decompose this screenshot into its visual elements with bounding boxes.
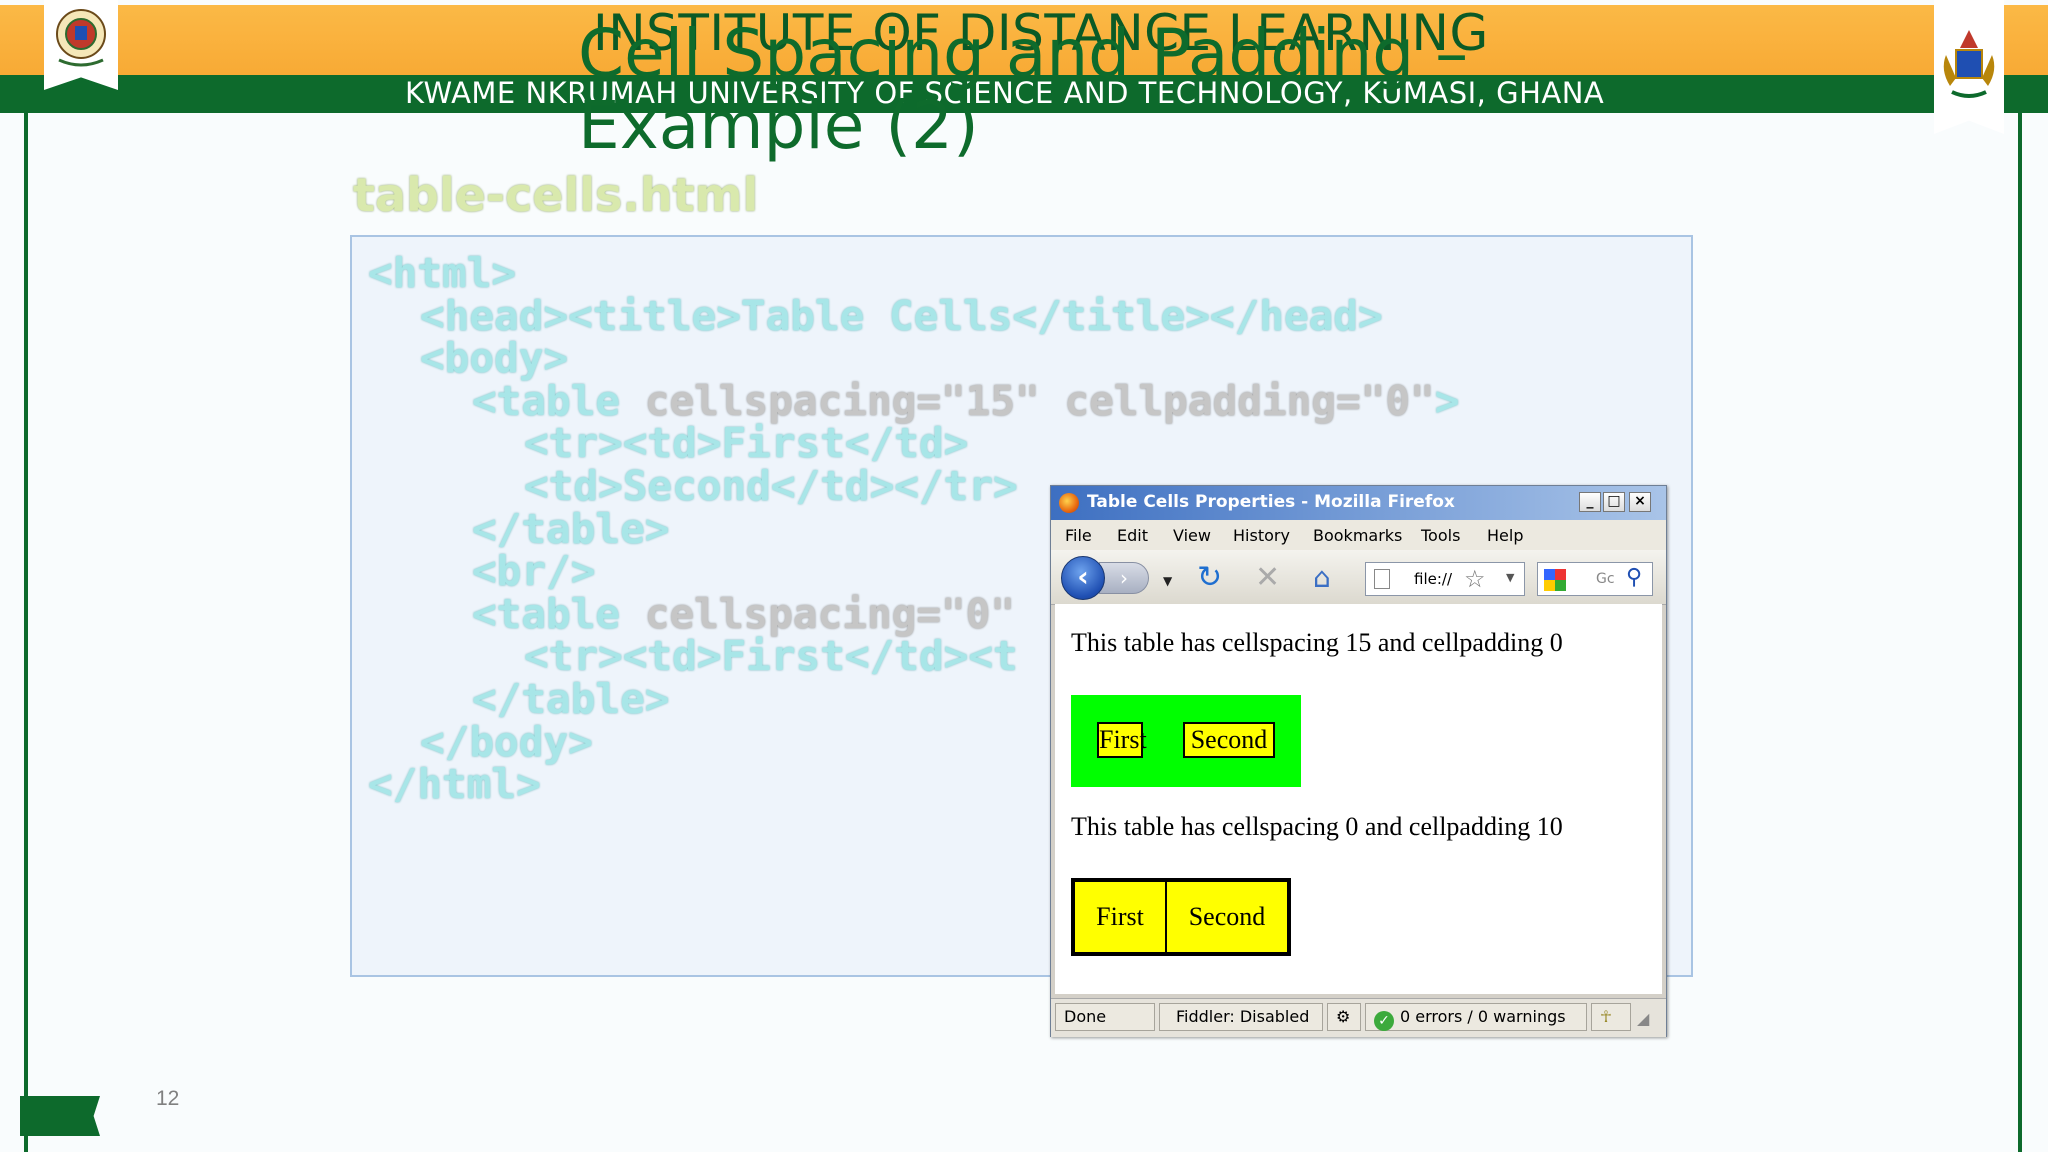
code-line: <tr><td>First</td> xyxy=(524,419,968,467)
google-engine-icon[interactable] xyxy=(1544,569,1566,591)
status-addon-icon[interactable]: ⚙ xyxy=(1327,1003,1361,1031)
code-line: </table> xyxy=(472,675,669,723)
code-attr-text: cellspacing="15" cellpadding="0" xyxy=(620,376,1435,425)
stop-icon[interactable]: ✕ xyxy=(1255,562,1280,594)
knust-crest-logo xyxy=(44,0,118,90)
code-line: <html> xyxy=(368,249,516,297)
menu-file[interactable]: File xyxy=(1065,526,1092,545)
forward-button[interactable]: › xyxy=(1099,562,1149,594)
url-text: file:// xyxy=(1414,570,1453,588)
status-fiddler[interactable]: Fiddler: Disabled xyxy=(1159,1003,1323,1031)
frame-right-line xyxy=(2018,113,2022,1152)
back-button[interactable]: ‹ xyxy=(1061,556,1105,600)
code-line: <head><title>Table Cells</title></head> xyxy=(420,292,1383,340)
menu-view[interactable]: View xyxy=(1173,526,1211,545)
table1-cell-first: First xyxy=(1097,722,1147,758)
ghana-coat-of-arms-logo xyxy=(1934,0,2004,134)
code-tag-text: </html> xyxy=(368,760,541,809)
table1-cell-second: Second xyxy=(1183,722,1275,758)
code-tag-text: </body> xyxy=(420,717,593,766)
status-bar: Done Fiddler: Disabled ⚙ ✓ 0 errors / 0 w… xyxy=(1051,998,1666,1037)
caption-table-2: This table has cellspacing 0 and cellpad… xyxy=(1071,812,1563,841)
search-magnifier-icon[interactable]: ⚲ xyxy=(1626,565,1642,590)
code-tag-close-text: > xyxy=(1434,376,1460,425)
code-tag-text: <table xyxy=(472,589,621,638)
code-tag-text: <head><title>Table Cells</title></head> xyxy=(420,291,1383,340)
table-padding-10: First Second xyxy=(1071,878,1291,956)
code-filename: table-cells.html xyxy=(353,168,759,222)
code-line: <table cellspacing="15" cellpadding="0"> xyxy=(472,377,1459,425)
code-tag-text: <html> xyxy=(368,249,517,297)
code-line: <table cellspacing="0" xyxy=(472,590,1015,638)
slide-title-line-2: Example (2) xyxy=(578,87,979,164)
frame-left-line xyxy=(24,113,28,1152)
slide-title-line-1: Cell Spacing and Padding – xyxy=(578,15,1469,92)
url-bar[interactable]: file:// ☆ ▼ xyxy=(1365,562,1525,596)
code-tag-text: <tr><td>First</td><t xyxy=(524,632,1018,681)
code-line: </body> xyxy=(420,718,593,766)
firefox-window: Table Cells Properties - Mozilla Firefox… xyxy=(1050,485,1667,1037)
code-attr-text: cellspacing="0" xyxy=(620,589,1016,638)
caption-table-1: This table has cellspacing 15 and cellpa… xyxy=(1071,628,1563,657)
validator-text: 0 errors / 0 warnings xyxy=(1400,1007,1566,1026)
code-line: </table> xyxy=(472,505,669,553)
code-tag-text: </table> xyxy=(472,675,670,723)
menu-bar: File Edit View History Bookmarks Tools H… xyxy=(1051,520,1666,550)
code-line: <tr><td>First</td><t xyxy=(524,632,1018,680)
reload-icon[interactable]: ↻ xyxy=(1197,562,1222,594)
status-validator[interactable]: ✓ 0 errors / 0 warnings xyxy=(1365,1003,1587,1031)
search-bar[interactable]: Gc ⚲ xyxy=(1537,562,1653,596)
table2-cell-second: Second xyxy=(1165,880,1289,954)
menu-tools[interactable]: Tools xyxy=(1421,526,1460,545)
menu-history[interactable]: History xyxy=(1233,526,1290,545)
home-icon[interactable]: ⌂ xyxy=(1313,562,1331,594)
page-content: This table has cellspacing 15 and cellpa… xyxy=(1055,604,1662,994)
code-tag-text: <table xyxy=(472,376,621,425)
status-done: Done xyxy=(1055,1003,1155,1031)
code-tag-text: <body> xyxy=(420,334,569,383)
table2-cell-first: First xyxy=(1073,880,1167,954)
code-tag-text: </table> xyxy=(472,504,670,553)
close-button[interactable]: × xyxy=(1629,492,1651,512)
maximize-button[interactable]: □ xyxy=(1603,492,1625,512)
resize-grip-icon[interactable]: ◢ xyxy=(1637,1009,1649,1028)
code-line: <td>Second</td></tr> xyxy=(524,462,1018,510)
code-tag-text: <tr><td>First</td> xyxy=(524,419,969,468)
code-line: <body> xyxy=(420,334,568,382)
page-icon xyxy=(1374,569,1390,589)
firefox-logo-icon xyxy=(1059,493,1079,513)
footer-flag xyxy=(20,1096,100,1136)
slide-title: Cell Spacing and Padding – Example (2) xyxy=(578,18,1468,162)
code-line: <br/> xyxy=(472,547,595,595)
check-icon: ✓ xyxy=(1374,1011,1394,1031)
code-tag-text: <br/> xyxy=(472,547,596,596)
minimize-button[interactable]: _ xyxy=(1579,492,1601,512)
status-ankh-icon[interactable]: ☥ xyxy=(1591,1003,1631,1031)
navigation-toolbar: › ‹ ▼ ↻ ✕ ⌂ file:// ☆ ▼ Gc ⚲ xyxy=(1051,550,1666,605)
search-placeholder: Gc xyxy=(1596,571,1615,587)
menu-edit[interactable]: Edit xyxy=(1117,526,1148,545)
bookmark-star-icon[interactable]: ☆ xyxy=(1464,565,1486,593)
url-dropdown-icon[interactable]: ▼ xyxy=(1506,571,1514,584)
table-spacing-15: First Second xyxy=(1071,695,1301,787)
window-title: Table Cells Properties - Mozilla Firefox xyxy=(1087,492,1455,512)
code-tag-text: <td>Second</td></tr> xyxy=(524,462,1018,510)
page-number: 12 xyxy=(156,1087,180,1110)
menu-help[interactable]: Help xyxy=(1487,526,1523,545)
menu-bookmarks[interactable]: Bookmarks xyxy=(1313,526,1402,545)
window-titlebar[interactable]: Table Cells Properties - Mozilla Firefox… xyxy=(1051,486,1666,520)
history-dropdown-icon[interactable]: ▼ xyxy=(1163,574,1172,588)
code-line: </html> xyxy=(368,760,541,808)
